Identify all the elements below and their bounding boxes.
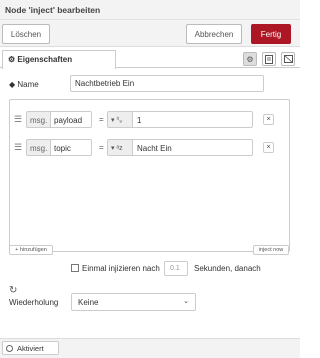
name-label: ◆ Name [9,80,39,89]
description-icon[interactable] [262,52,276,66]
seconds-label: Sekunden, danach [194,264,261,273]
settings-gear-icon[interactable]: ⚙ [243,52,257,66]
property-field-input[interactable]: payload [50,111,92,128]
property-value-input[interactable]: Nacht Ein [132,139,253,156]
number-type-icon: ⁰₉ [116,117,123,124]
msg-prefix: msg. [26,111,50,128]
chevron-down-icon: ⌄ [183,298,189,305]
inject-once-label: Einmal injizieren nach [82,264,160,273]
repeat-label: Wiederholung [9,298,59,307]
enabled-toggle[interactable]: Aktiviert [2,341,59,355]
assign-operator: = [99,143,104,152]
inject-once-checkbox[interactable] [71,264,79,272]
gear-icon: ⚙ [8,55,16,64]
name-input[interactable]: Nachtbetrieb Ein [70,75,264,92]
remove-row-icon[interactable]: × [263,114,274,125]
string-type-icon: ᵃz [116,145,123,152]
delete-button[interactable]: Löschen [2,24,50,44]
add-property-button[interactable]: + hinzufügen [9,245,53,255]
remove-row-icon[interactable]: × [263,142,274,153]
assign-operator: = [99,115,104,124]
type-selector-button[interactable]: ▾ ᵃz [107,139,132,156]
repeat-icon: ↻ [9,285,18,296]
property-value-input[interactable]: 1 [132,111,253,128]
inject-delay-input[interactable]: 0.1 [164,261,188,276]
circle-icon [6,344,13,352]
drag-handle-icon[interactable]: ☰ [14,142,22,153]
appearance-icon[interactable] [281,52,295,66]
repeat-selected-value: Keine [78,298,99,307]
tag-icon: ◆ [9,80,16,89]
repeat-select[interactable]: Keine ⌄ [71,293,196,311]
window-title: Node 'inject' bearbeiten [0,0,300,20]
inject-now-button[interactable]: inject now [253,245,289,255]
drag-handle-icon[interactable]: ☰ [14,114,22,125]
done-button[interactable]: Fertig [251,24,291,44]
enabled-label: Aktiviert [17,343,44,353]
tab-properties[interactable]: ⚙ Eigenschaften [2,50,116,69]
property-field-input[interactable]: topic [50,139,92,156]
type-selector-button[interactable]: ▾ ⁰₉ [107,111,132,128]
tab-properties-label: Eigenschaften [17,55,73,64]
msg-prefix: msg. [26,139,50,156]
cancel-button[interactable]: Abbrechen [186,24,242,44]
